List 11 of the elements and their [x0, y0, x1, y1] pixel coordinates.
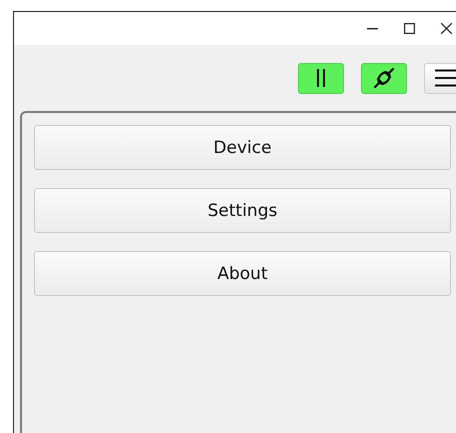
close-icon[interactable] — [441, 23, 452, 34]
menu-item-button[interactable]: Settings — [34, 188, 451, 233]
pause-button[interactable] — [298, 62, 344, 94]
menu-item-button[interactable]: About — [34, 251, 451, 296]
plug-icon — [373, 67, 395, 89]
menu-icon — [435, 69, 456, 87]
connection-button[interactable] — [361, 62, 407, 94]
minimize-icon[interactable] — [367, 28, 378, 30]
pause-icon — [316, 69, 326, 87]
menu-item-button[interactable]: Device — [34, 125, 451, 170]
maximize-icon[interactable] — [404, 23, 415, 34]
